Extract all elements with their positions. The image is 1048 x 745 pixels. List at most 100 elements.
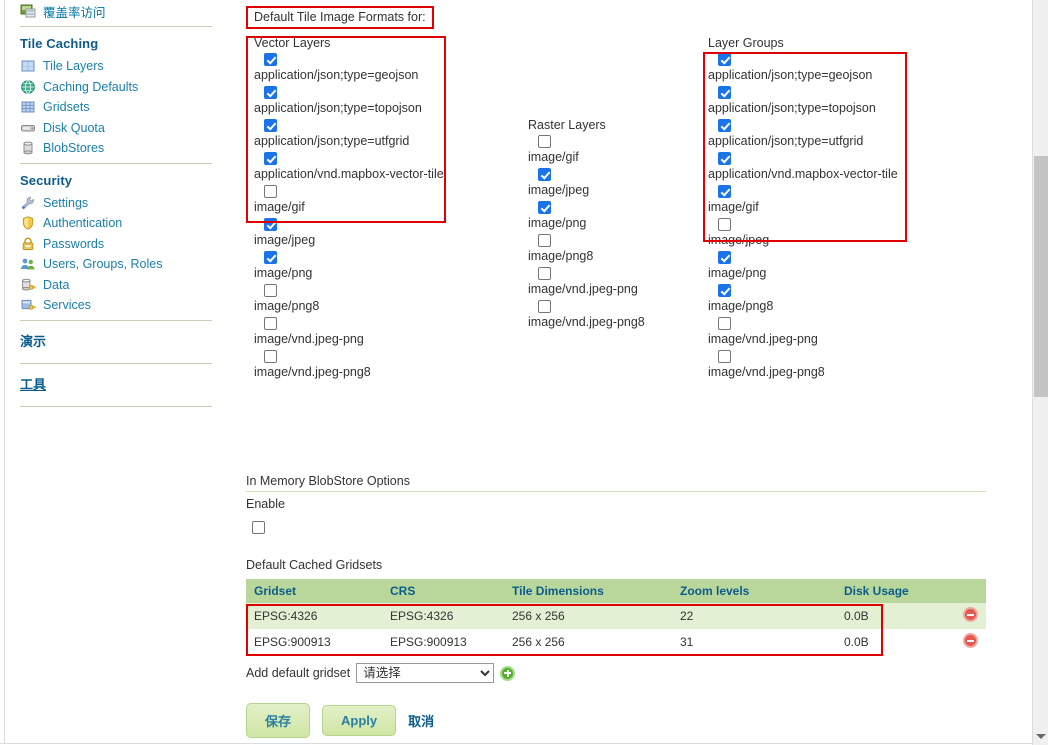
format-label: image/png bbox=[528, 216, 587, 230]
sidebar-item-tile-layers[interactable]: Tile Layers bbox=[6, 56, 226, 77]
sidebar-item-label: Authentication bbox=[43, 216, 123, 231]
format-checkbox[interactable] bbox=[718, 284, 731, 297]
format-checkbox[interactable] bbox=[718, 119, 731, 132]
format-option-layergroups-4[interactable]: image/gif bbox=[702, 185, 902, 214]
sidebar-item-authentication[interactable]: Authentication bbox=[6, 213, 226, 234]
format-label: image/vnd.jpeg-png8 bbox=[708, 365, 825, 379]
format-checkbox[interactable] bbox=[264, 218, 277, 231]
table-row: EPSG:4326 EPSG:4326 256 x 256 22 0.0B bbox=[246, 603, 986, 629]
column-header-actions bbox=[946, 579, 986, 603]
remove-icon[interactable] bbox=[962, 633, 978, 648]
format-option-layergroups-2[interactable]: application/json;type=utfgrid bbox=[702, 119, 902, 148]
format-label: application/json;type=topojson bbox=[708, 101, 876, 115]
format-option-raster-5[interactable]: image/vnd.jpeg-png8 bbox=[522, 300, 712, 329]
format-option-vector-1[interactable]: application/json;type=topojson bbox=[248, 86, 448, 115]
format-checkbox[interactable] bbox=[264, 251, 277, 264]
format-option-vector-5[interactable]: image/jpeg bbox=[248, 218, 448, 247]
column-header-disk-usage[interactable]: Disk Usage bbox=[836, 579, 946, 603]
format-option-vector-2[interactable]: application/json;type=utfgrid bbox=[248, 119, 448, 148]
format-option-vector-4[interactable]: image/gif bbox=[248, 185, 448, 214]
sidebar-group-title-tile-caching: Tile Caching bbox=[20, 36, 99, 51]
column-header-crs[interactable]: CRS bbox=[382, 579, 504, 603]
column-header-zoom-levels[interactable]: Zoom levels bbox=[672, 579, 836, 603]
sidebar-item-passwords[interactable]: Passwords bbox=[6, 234, 226, 255]
format-option-raster-2[interactable]: image/png bbox=[522, 201, 712, 230]
format-checkbox[interactable] bbox=[538, 234, 551, 247]
format-checkbox[interactable] bbox=[264, 86, 277, 99]
format-checkbox[interactable] bbox=[264, 119, 277, 132]
format-checkbox[interactable] bbox=[718, 185, 731, 198]
format-label: image/gif bbox=[708, 200, 759, 214]
format-option-vector-8[interactable]: image/vnd.jpeg-png bbox=[248, 317, 448, 346]
cell-remove[interactable] bbox=[946, 603, 986, 629]
format-option-vector-0[interactable]: application/json;type=geojson bbox=[248, 53, 448, 82]
format-option-layergroups-6[interactable]: image/png bbox=[702, 251, 902, 280]
format-label: image/vnd.jpeg-png bbox=[528, 282, 638, 296]
column-header-gridset[interactable]: Gridset bbox=[246, 579, 382, 603]
gridsets-table: Gridset CRS Tile Dimensions Zoom levels … bbox=[246, 579, 986, 655]
format-checkbox[interactable] bbox=[538, 135, 551, 148]
format-checkbox[interactable] bbox=[538, 168, 551, 181]
sidebar-link-label[interactable]: 演示 bbox=[20, 334, 46, 349]
sidebar-item-coverage-access[interactable]: 覆盖率访问 bbox=[6, 0, 226, 22]
format-checkbox[interactable] bbox=[264, 284, 277, 297]
sidebar-link-demo[interactable]: 演示 bbox=[6, 321, 226, 359]
format-checkbox[interactable] bbox=[718, 152, 731, 165]
sidebar-item-blobstores[interactable]: BlobStores bbox=[6, 138, 226, 159]
cell-remove[interactable] bbox=[946, 629, 986, 655]
chevron-down-icon[interactable] bbox=[1036, 734, 1046, 739]
sidebar-item-users-groups-roles[interactable]: Users, Groups, Roles bbox=[6, 254, 226, 275]
format-checkbox[interactable] bbox=[264, 53, 277, 66]
format-checkbox[interactable] bbox=[718, 218, 731, 231]
format-option-vector-3[interactable]: application/vnd.mapbox-vector-tile bbox=[248, 152, 448, 181]
format-label: image/jpeg bbox=[528, 183, 590, 197]
format-checkbox[interactable] bbox=[538, 300, 551, 313]
format-option-layergroups-3[interactable]: application/vnd.mapbox-vector-tile bbox=[702, 152, 902, 181]
format-option-raster-1[interactable]: image/jpeg bbox=[522, 168, 712, 197]
format-option-layergroups-7[interactable]: image/png8 bbox=[702, 284, 902, 313]
format-option-layergroups-8[interactable]: image/vnd.jpeg-png bbox=[702, 317, 902, 346]
format-checkbox[interactable] bbox=[718, 350, 731, 363]
apply-button[interactable]: Apply bbox=[322, 705, 397, 736]
sidebar-item-settings[interactable]: Settings bbox=[6, 193, 226, 214]
add-gridset-select[interactable]: 请选择 bbox=[356, 663, 495, 683]
blobstore-enable-checkbox[interactable] bbox=[252, 521, 265, 534]
format-checkbox[interactable] bbox=[264, 152, 277, 165]
format-option-layergroups-1[interactable]: application/json;type=topojson bbox=[702, 86, 902, 115]
cancel-link[interactable]: 取消 bbox=[408, 711, 434, 730]
save-button[interactable]: 保存 bbox=[246, 703, 311, 738]
format-option-vector-9[interactable]: image/vnd.jpeg-png8 bbox=[248, 350, 448, 379]
add-gridset-label: Add default gridset bbox=[246, 666, 351, 680]
format-checkbox[interactable] bbox=[264, 350, 277, 363]
add-icon[interactable] bbox=[500, 665, 516, 681]
format-option-raster-4[interactable]: image/vnd.jpeg-png bbox=[522, 267, 712, 296]
sidebar-divider bbox=[20, 405, 212, 407]
cell-zoom-levels: 22 bbox=[672, 603, 836, 629]
format-checkbox[interactable] bbox=[718, 53, 731, 66]
format-option-layergroups-9[interactable]: image/vnd.jpeg-png8 bbox=[702, 350, 902, 379]
sidebar-item-disk-quota[interactable]: Disk Quota bbox=[6, 118, 226, 139]
format-checkbox[interactable] bbox=[718, 317, 731, 330]
sidebar-item-caching-defaults[interactable]: Caching Defaults bbox=[6, 77, 226, 98]
sidebar-item-data[interactable]: Data bbox=[6, 275, 226, 296]
sidebar-link-tools[interactable]: 工具 bbox=[6, 364, 226, 402]
sidebar-link-label[interactable]: 工具 bbox=[20, 377, 46, 392]
format-checkbox[interactable] bbox=[264, 317, 277, 330]
format-checkbox[interactable] bbox=[718, 251, 731, 264]
column-header-tile-dimensions[interactable]: Tile Dimensions bbox=[504, 579, 672, 603]
scrollbar-thumb[interactable] bbox=[1034, 156, 1048, 397]
format-option-raster-0[interactable]: image/gif bbox=[522, 135, 712, 164]
format-checkbox[interactable] bbox=[264, 185, 277, 198]
format-option-layergroups-0[interactable]: application/json;type=geojson bbox=[702, 53, 902, 82]
remove-icon[interactable] bbox=[962, 607, 978, 622]
format-checkbox[interactable] bbox=[538, 201, 551, 214]
sidebar-item-gridsets[interactable]: Gridsets bbox=[6, 97, 226, 118]
vertical-scrollbar[interactable] bbox=[1032, 0, 1048, 745]
format-option-vector-7[interactable]: image/png8 bbox=[248, 284, 448, 313]
sidebar-item-services[interactable]: Services bbox=[6, 295, 226, 316]
format-checkbox[interactable] bbox=[718, 86, 731, 99]
format-checkbox[interactable] bbox=[538, 267, 551, 280]
format-option-layergroups-5[interactable]: image/jpeg bbox=[702, 218, 902, 247]
format-option-vector-6[interactable]: image/png bbox=[248, 251, 448, 280]
format-option-raster-3[interactable]: image/png8 bbox=[522, 234, 712, 263]
